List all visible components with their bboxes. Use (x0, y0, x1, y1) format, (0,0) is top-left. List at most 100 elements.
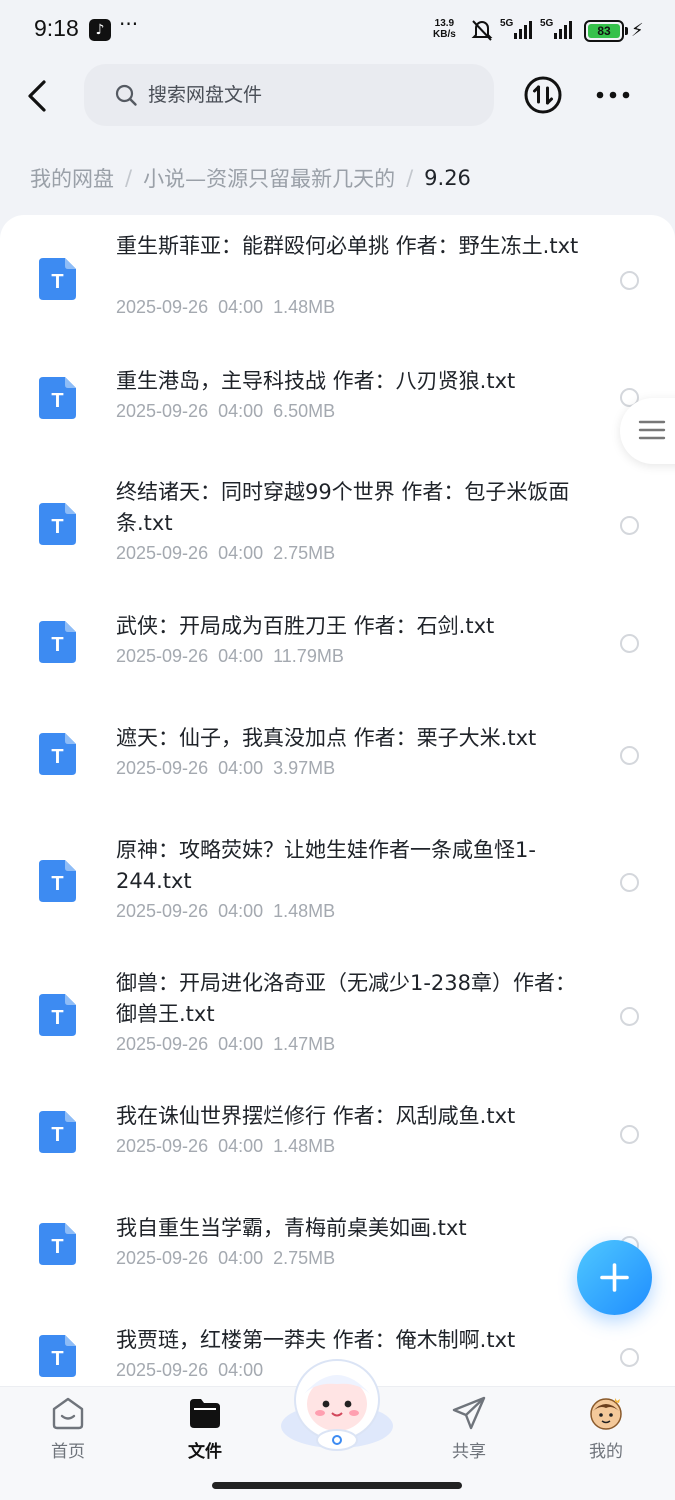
file-meta: 2025-09-26 04:00 1.47MB (116, 1034, 335, 1055)
net-speed-unit: KB/s (433, 29, 456, 40)
nav-home-label: 首页 (51, 1442, 85, 1462)
battery-level: 83 (588, 24, 620, 38)
file-name: 终结诸天：同时穿越99个世界 作者：包子米饭面条.txt (116, 480, 570, 535)
transfer-icon[interactable] (523, 75, 563, 115)
file-size: 1.47MB (273, 1034, 336, 1054)
txt-file-icon: T (39, 860, 76, 902)
file-time: 04:00 (218, 1034, 264, 1054)
more-options-icon[interactable] (594, 80, 632, 110)
share-icon (452, 1396, 486, 1430)
svg-text:T: T (51, 1348, 63, 1370)
file-meta: 2025-09-26 04:00 (116, 1360, 263, 1381)
file-meta: 2025-09-26 04:00 1.48MB (116, 901, 335, 922)
txt-file-icon: T (39, 377, 76, 419)
status-time: 9:18 (34, 15, 79, 41)
signal-icon: 5G (540, 18, 572, 39)
select-checkbox[interactable] (620, 1007, 639, 1026)
select-checkbox[interactable] (620, 1125, 639, 1144)
search-icon (115, 84, 137, 106)
txt-file-icon: T (39, 1335, 76, 1377)
file-size: 2.75MB (273, 1248, 336, 1268)
nav-profile-label: 我的 (589, 1442, 623, 1462)
file-time: 04:00 (218, 646, 264, 666)
file-date: 2025-09-26 (116, 1248, 209, 1268)
nav-share-label: 共享 (452, 1442, 486, 1462)
breadcrumb-folder[interactable]: 小说—资源只留最新几天的 (143, 163, 395, 193)
file-name: 我在诛仙世界摆烂修行 作者：风刮咸鱼.txt (116, 1104, 516, 1128)
file-meta: 2025-09-26 04:00 2.75MB (116, 543, 335, 564)
status-bar: 9:18 ♪ ··· 13.9 KB/s 5G 5G 83 ⚡ (0, 0, 675, 62)
search-input[interactable] (148, 64, 468, 126)
net-speed: 13.9 KB/s (433, 18, 456, 40)
file-time: 04:00 (218, 297, 264, 317)
file-name: 重生港岛，主导科技战 作者：八刃贤狼.txt (116, 369, 516, 393)
battery-cap (625, 27, 628, 35)
file-date: 2025-09-26 (116, 1360, 209, 1380)
file-size: 3.97MB (273, 758, 336, 778)
nav-share[interactable]: 共享 (419, 1393, 519, 1463)
back-button[interactable] (20, 74, 60, 118)
file-time: 04:00 (218, 543, 264, 563)
svg-text:T: T (51, 390, 63, 412)
file-time: 04:00 (218, 1136, 264, 1156)
txt-file-icon: T (39, 1111, 76, 1153)
nav-files[interactable]: 文件 (155, 1393, 255, 1463)
select-checkbox[interactable] (620, 271, 639, 290)
add-button[interactable] (577, 1240, 652, 1315)
avatar-icon (590, 1398, 622, 1430)
breadcrumb: 我的网盘 / 小说—资源只留最新几天的 / 9.26 (30, 160, 471, 196)
file-time: 04:00 (218, 401, 264, 421)
search-box[interactable] (84, 64, 494, 126)
file-meta: 2025-09-26 04:00 6.50MB (116, 401, 335, 422)
assistant-mascot-icon[interactable] (278, 1356, 396, 1452)
file-meta: 2025-09-26 04:00 2.75MB (116, 1248, 335, 1269)
select-checkbox[interactable] (620, 746, 639, 765)
home-indicator[interactable] (212, 1482, 462, 1489)
status-more-dots: ··· (119, 12, 139, 36)
plus-icon (600, 1263, 629, 1292)
file-date: 2025-09-26 (116, 1034, 209, 1054)
select-checkbox[interactable] (620, 634, 639, 653)
svg-text:T: T (51, 516, 63, 538)
svg-text:T: T (51, 1007, 63, 1029)
file-size: 1.48MB (273, 297, 336, 317)
svg-text:T: T (51, 746, 63, 768)
file-date: 2025-09-26 (116, 646, 209, 666)
file-time: 04:00 (218, 758, 264, 778)
svg-text:T: T (51, 271, 63, 293)
file-size: 2.75MB (273, 543, 336, 563)
select-checkbox[interactable] (620, 1348, 639, 1367)
file-date: 2025-09-26 (116, 297, 209, 317)
txt-file-icon: T (39, 503, 76, 545)
select-checkbox[interactable] (620, 516, 639, 535)
menu-lines-icon (638, 420, 666, 440)
battery-icon: 83 (584, 20, 624, 42)
file-date: 2025-09-26 (116, 758, 209, 778)
svg-text:T: T (51, 634, 63, 656)
file-list: T 重生斯菲亚：能群殴何必单挑 作者：野生冻土.txt 2025-09-26 04:0… (0, 215, 675, 1386)
home-icon (52, 1397, 84, 1430)
txt-file-icon: T (39, 994, 76, 1036)
file-name: 原神：攻略荧妹？让她生娃作者一条咸鱼怪1-244.txt (116, 838, 536, 893)
txt-file-icon: T (39, 733, 76, 775)
svg-text:T: T (51, 1236, 63, 1258)
txt-file-icon: T (39, 1223, 76, 1265)
folder-icon (190, 1399, 220, 1428)
txt-file-icon: T (39, 621, 76, 663)
file-name: 我自重生当学霸，青梅前桌美如画.txt (116, 1216, 467, 1240)
signal1-label: 5G (500, 18, 514, 29)
mute-bell-icon (471, 20, 493, 41)
file-date: 2025-09-26 (116, 401, 209, 421)
signal-icon: 5G (500, 18, 532, 39)
nav-files-label: 文件 (188, 1442, 222, 1462)
file-meta: 2025-09-26 04:00 1.48MB (116, 1136, 335, 1157)
file-name: 重生斯菲亚：能群殴何必单挑 作者：野生冻土.txt (116, 234, 579, 258)
breadcrumb-root[interactable]: 我的网盘 (30, 163, 114, 193)
select-checkbox[interactable] (620, 873, 639, 892)
charging-icon: ⚡ (631, 20, 644, 41)
file-size: 1.48MB (273, 901, 336, 921)
file-time: 04:00 (218, 1248, 264, 1268)
nav-home[interactable]: 首页 (18, 1393, 118, 1463)
file-meta: 2025-09-26 04:00 1.48MB (116, 297, 335, 318)
nav-profile[interactable]: 我的 (556, 1393, 656, 1463)
